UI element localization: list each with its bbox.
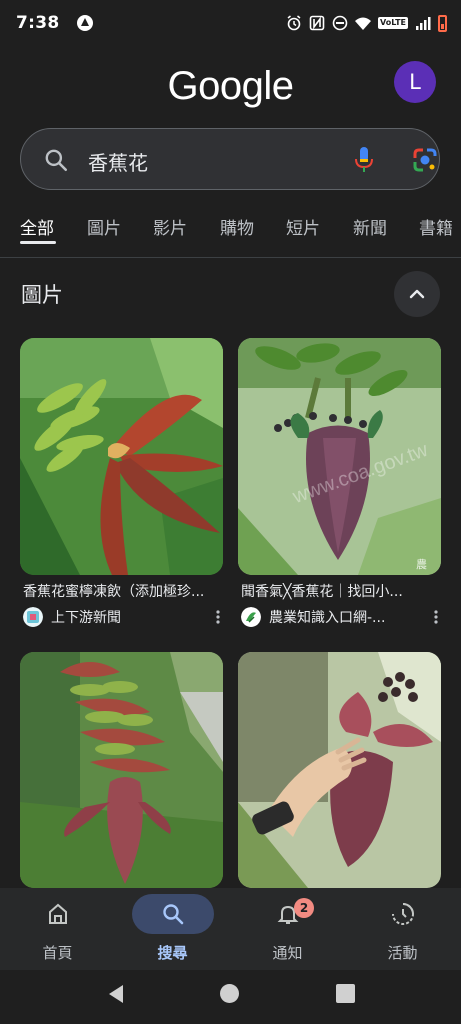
banana-flower-image-2: www.coa.gov.tw 農	[238, 338, 441, 575]
notification-badge: 2	[294, 898, 314, 918]
image-result-2-source[interactable]: 農業知識入口網-...	[241, 607, 444, 627]
active-tab-indicator	[20, 241, 56, 244]
nav-activity-icon-wrap	[362, 894, 444, 934]
tab-shopping[interactable]: 購物	[220, 214, 254, 239]
image-result-1-source[interactable]: 上下游新聞	[23, 607, 226, 627]
system-navigation-bar	[0, 970, 461, 1024]
images-section-title: 圖片	[21, 283, 63, 307]
account-avatar[interactable]: L	[394, 61, 436, 103]
nav-notifications[interactable]: 2 通知	[230, 888, 345, 970]
signal-icon	[416, 17, 431, 30]
tab-news[interactable]: 新聞	[353, 214, 387, 239]
source-favicon-2	[241, 607, 261, 627]
tab-images[interactable]: 圖片	[87, 214, 121, 239]
banana-flower-image-1	[20, 338, 223, 575]
image-result-4[interactable]	[238, 652, 441, 888]
chevron-up-icon	[409, 289, 425, 299]
nfc-icon	[309, 15, 325, 31]
nav-activity[interactable]: 活動	[345, 888, 460, 970]
google-logo[interactable]: Google	[0, 64, 461, 109]
image-result-1-caption[interactable]: 香蕉花蜜檸凍飲（添加極珍...	[23, 581, 226, 601]
nav-notifications-icon-wrap	[247, 894, 329, 934]
nav-home[interactable]: 首頁	[0, 888, 115, 970]
status-time: 7:38	[16, 13, 60, 33]
source-favicon-1	[23, 607, 43, 627]
search-box[interactable]: 香蕉花	[20, 128, 440, 190]
nav-activity-label: 活動	[387, 944, 418, 962]
alarm-icon	[287, 15, 301, 31]
battery-low-icon	[438, 14, 447, 32]
watermark-badge: 農	[416, 557, 427, 571]
nav-search-icon-wrap	[131, 894, 214, 934]
source-name-1: 上下游新聞	[51, 610, 121, 626]
back-icon[interactable]	[106, 983, 126, 1005]
nav-search-label: 搜尋	[157, 944, 188, 962]
search-icon	[162, 904, 183, 925]
nav-home-icon-wrap	[17, 894, 99, 934]
search-tabs: 全部 圖片 影片 購物 短片 新聞 書籍	[0, 210, 461, 250]
image-result-1[interactable]	[20, 338, 223, 575]
status-icons: VoLTE	[286, 14, 447, 32]
tabs-divider	[0, 257, 461, 258]
tab-shorts[interactable]: 短片	[286, 214, 320, 239]
tab-all[interactable]: 全部	[20, 214, 54, 239]
lens-icon[interactable]	[411, 146, 439, 174]
tab-books[interactable]: 書籍	[419, 214, 453, 239]
nav-notifications-label: 通知	[272, 944, 303, 962]
search-input[interactable]: 香蕉花	[88, 147, 148, 176]
mic-icon[interactable]	[351, 145, 377, 175]
status-bar: 7:38 VoLTE	[0, 0, 461, 46]
volte-badge: VoLTE	[378, 17, 408, 29]
tab-videos[interactable]: 影片	[153, 214, 187, 239]
banana-flower-image-4	[238, 652, 441, 888]
banana-flower-image-3	[20, 652, 223, 888]
more-vert-icon[interactable]	[210, 609, 226, 625]
image-result-3[interactable]	[20, 652, 223, 888]
wifi-icon	[355, 17, 372, 30]
app-icon	[77, 15, 94, 31]
activity-icon	[391, 903, 414, 925]
bottom-navigation: 首頁 搜尋 2 通知 活動	[0, 888, 461, 970]
search-icon	[45, 149, 68, 172]
dnd-icon	[332, 15, 348, 31]
image-result-2[interactable]: www.coa.gov.tw 農	[238, 338, 441, 575]
source-name-2: 農業知識入口網-...	[269, 610, 386, 626]
image-result-2-caption[interactable]: 聞香氣╳香蕉花｜找回小...	[241, 581, 444, 601]
recents-icon[interactable]	[336, 984, 355, 1003]
nav-home-label: 首頁	[42, 944, 73, 962]
home-icon	[48, 903, 67, 924]
collapse-button[interactable]	[394, 271, 440, 317]
home-button-icon[interactable]	[220, 984, 239, 1003]
more-vert-icon[interactable]	[428, 609, 444, 625]
nav-search[interactable]: 搜尋	[115, 888, 230, 970]
